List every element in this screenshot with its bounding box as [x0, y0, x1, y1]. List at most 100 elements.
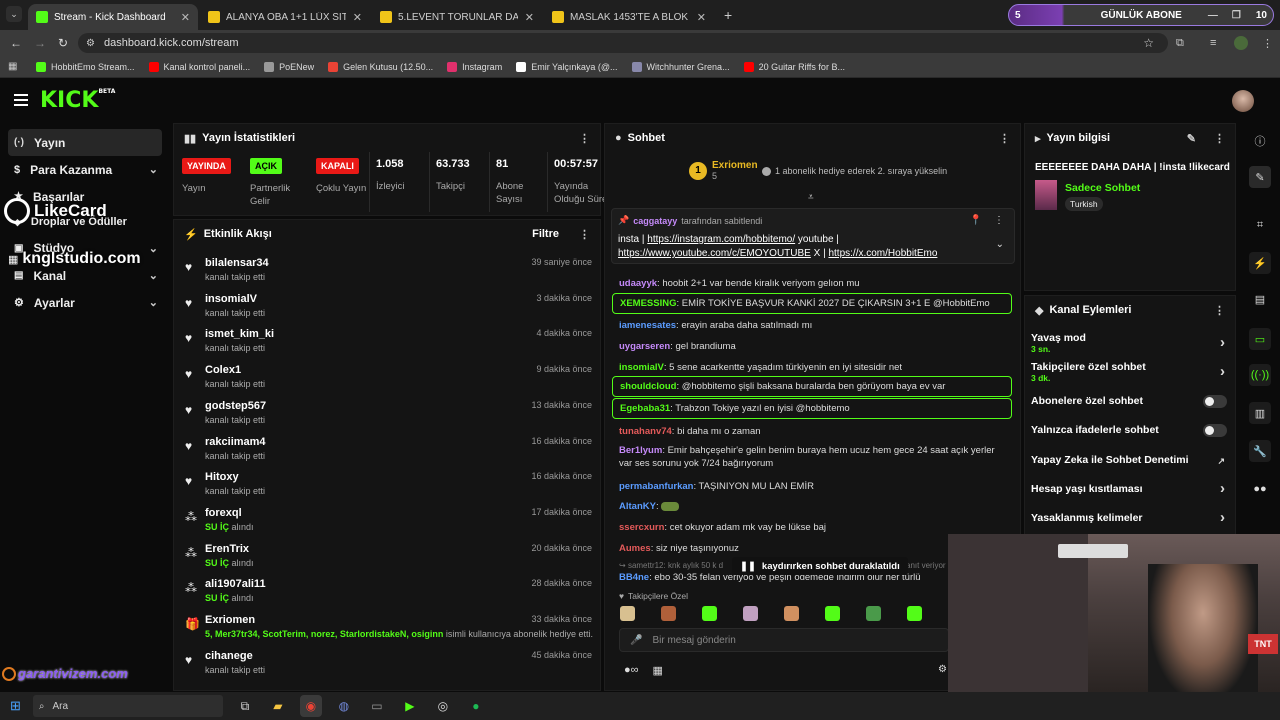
- expand-pinned-icon[interactable]: ⌄: [996, 239, 1004, 250]
- browser-tab[interactable]: MASLAK 1453'TE A BLOK KİRAL ✕: [544, 4, 714, 30]
- chat-username[interactable]: udaayyk: [619, 278, 657, 289]
- chevron-right-icon[interactable]: ›: [1220, 480, 1225, 497]
- chat-username[interactable]: BB4ne: [619, 572, 649, 583]
- browser-tab[interactable]: ALANYA OBA 1+1 LÜX SİTE İÇİ ✕: [200, 4, 370, 30]
- tab-search-button[interactable]: ⌄: [6, 6, 22, 22]
- kick-logo[interactable]: KICKBETA: [40, 88, 115, 113]
- feed-username[interactable]: Hitoxy: [205, 471, 239, 483]
- chat-username[interactable]: Aumes: [619, 543, 651, 554]
- window-minimize-icon[interactable]: —: [1208, 10, 1218, 21]
- unpin-icon[interactable]: 📍: [970, 215, 982, 226]
- chrome-icon[interactable]: ◉: [299, 695, 322, 717]
- pinned-message[interactable]: 📌 caggatayy tarafından sabitlendi 📍 ⋮ ⌄ …: [611, 208, 1015, 264]
- sidebar-item-para-kazanma[interactable]: $ Para Kazanma ⌄: [0, 156, 170, 183]
- chat-username[interactable]: ssercxurn: [619, 522, 664, 533]
- close-tab-icon[interactable]: ✕: [525, 11, 534, 24]
- address-bar[interactable]: ⚙ dashboard.kick.com/stream ☆: [78, 33, 1168, 53]
- chevron-right-icon[interactable]: ›: [1220, 509, 1225, 526]
- taskbar-search[interactable]: ⌕ Ara: [32, 695, 223, 717]
- feed-username[interactable]: ali1907ali11: [205, 578, 266, 590]
- bookmark-item[interactable]: Instagram: [447, 61, 502, 72]
- wrench-icon[interactable]: 🔧: [1249, 440, 1271, 462]
- toggle-switch[interactable]: [1203, 395, 1227, 408]
- chat-username[interactable]: iamenesates: [619, 320, 676, 331]
- emote-icon[interactable]: [661, 606, 676, 621]
- chat-paused-toast[interactable]: ❚❚ kaydırırken sohbet duraklatıldı: [732, 557, 908, 575]
- feed-item[interactable]: ♥ Colex1 kanalı takip etti 9 dakika önce: [182, 361, 596, 397]
- close-tab-icon[interactable]: ✕: [697, 11, 706, 24]
- chevron-right-icon[interactable]: ›: [1220, 363, 1225, 380]
- app-icon[interactable]: ▭: [366, 695, 388, 717]
- document-icon[interactable]: ▤: [1249, 288, 1271, 310]
- emote-icon[interactable]: [866, 606, 881, 621]
- users-icon[interactable]: ●∞: [624, 664, 639, 677]
- feed-username[interactable]: insomialV: [205, 293, 257, 305]
- bookmark-star-icon[interactable]: ☆: [1143, 36, 1154, 50]
- users-tool-icon[interactable]: ●●: [1249, 478, 1271, 500]
- calendar-icon[interactable]: ▦: [653, 664, 663, 677]
- channel-action-item[interactable]: Yasaklanmış kelimeler ›: [1031, 509, 1227, 526]
- chat-username[interactable]: permabanfurkan: [619, 481, 693, 492]
- feed-username[interactable]: ErenTrix: [205, 543, 249, 555]
- edit-pen-icon[interactable]: ✎: [1249, 166, 1271, 188]
- browser-tab[interactable]: 5.LEVENT TORUNLAR DA YÜKSE ✕: [372, 4, 542, 30]
- feed-item[interactable]: ⁂ ErenTrix SU İÇ alındı 20 dakika önce: [182, 540, 596, 576]
- chat-username[interactable]: uygarseren: [619, 341, 670, 352]
- chat-settings-icon[interactable]: ⚙: [938, 664, 947, 675]
- extensions-icon[interactable]: ⧉: [1176, 37, 1184, 50]
- feed-item[interactable]: ⁂ ali1907ali11 SU İÇ alındı 28 dakika önce: [182, 575, 596, 611]
- feed-username[interactable]: bilalensar34: [205, 257, 269, 269]
- category-name[interactable]: Sadece Sohbet: [1065, 182, 1140, 194]
- more-options-icon[interactable]: ⋮: [1214, 304, 1225, 317]
- bookmark-item[interactable]: Witchhunter Grena...: [631, 61, 730, 72]
- close-tab-icon[interactable]: ✕: [181, 11, 190, 24]
- pinned-link-youtube[interactable]: https://www.youtube.com/c/EMOYOUTUBE: [618, 248, 811, 259]
- media-icon[interactable]: ≡: [1210, 37, 1216, 49]
- top-gifter[interactable]: 1 Exriomen 5: [689, 160, 758, 181]
- layout-icon[interactable]: ▥: [1249, 402, 1271, 424]
- chat-username[interactable]: shouldcloud: [620, 381, 676, 392]
- feed-item[interactable]: ♥ cihanege kanalı takip etti 45 dakika önce: [182, 647, 596, 683]
- bookmark-item[interactable]: Kanal kontrol paneli...: [148, 61, 250, 72]
- close-tab-icon[interactable]: ✕: [353, 11, 362, 24]
- browser-tab[interactable]: Stream - Kick Dashboard ✕: [28, 4, 198, 30]
- new-tab-button[interactable]: +: [724, 7, 732, 23]
- emote-icon[interactable]: [743, 606, 758, 621]
- back-icon[interactable]: ←: [10, 36, 22, 50]
- kick-app-icon[interactable]: ▶: [399, 695, 421, 717]
- sidebar-item-ayarlar[interactable]: ⚙ Ayarlar ⌄: [0, 289, 170, 316]
- bookmark-item[interactable]: 20 Guitar Riffs for B...: [743, 61, 845, 72]
- feed-item[interactable]: ♥ Hitoxy kanalı takip etti 16 dakika önce: [182, 468, 596, 504]
- feed-username[interactable]: forexql: [205, 507, 242, 519]
- bookmark-item[interactable]: Emir Yalçınkaya (@...: [516, 61, 618, 72]
- pinned-link-instagram[interactable]: https://instagram.com/hobbitemo/: [647, 234, 795, 245]
- chat-username[interactable]: insomialV: [619, 362, 664, 373]
- forward-icon[interactable]: →: [34, 36, 46, 50]
- more-options-icon[interactable]: ⋮: [579, 228, 590, 241]
- feed-username[interactable]: Colex1: [205, 364, 241, 376]
- mic-icon[interactable]: 🎤: [630, 635, 642, 646]
- feed-item[interactable]: ♥ godstep567 kanalı takip etti 13 dakika ön…: [182, 397, 596, 433]
- task-view-icon[interactable]: ⧉: [234, 695, 256, 717]
- bookmark-item[interactable]: Gelen Kutusu (12.50...: [328, 61, 433, 72]
- feed-item[interactable]: ♥ insomialV kanalı takip etti 3 dakika önce: [182, 290, 596, 326]
- collapse-gifters-icon[interactable]: ⩡: [808, 192, 814, 203]
- chat-username[interactable]: Egebaba31: [620, 403, 670, 414]
- channel-action-item[interactable]: Abonelere özel sohbet: [1031, 395, 1227, 408]
- external-link-icon[interactable]: ↗: [1217, 456, 1225, 467]
- more-options-icon[interactable]: ⋮: [1214, 132, 1225, 145]
- broadcast-tool-icon[interactable]: ((·)): [1249, 364, 1271, 386]
- feed-item[interactable]: 🎁 Exriomen 5, Mer37tr34, ScotTerim, norez,…: [182, 611, 596, 647]
- lightning-tool-icon[interactable]: ⚡: [1249, 252, 1271, 274]
- window-restore-icon[interactable]: ❐: [1232, 10, 1241, 21]
- feed-item[interactable]: ♥ bilalensar34 kanalı takip etti 39 saniye …: [182, 254, 596, 290]
- channel-action-item[interactable]: Yavaş mod 3 sn. ›: [1031, 332, 1227, 354]
- reload-icon[interactable]: ↻: [58, 36, 68, 50]
- pinned-options-icon[interactable]: ⋮: [994, 215, 1004, 226]
- more-options-icon[interactable]: ⋮: [999, 132, 1010, 145]
- chat-username[interactable]: Ber1lyum: [619, 445, 662, 456]
- obs-icon[interactable]: ◎: [432, 695, 454, 717]
- spotify-icon[interactable]: ●: [465, 695, 487, 717]
- emote-icon[interactable]: [825, 606, 840, 621]
- channel-action-item[interactable]: Hesap yaşı kısıtlaması ›: [1031, 480, 1227, 497]
